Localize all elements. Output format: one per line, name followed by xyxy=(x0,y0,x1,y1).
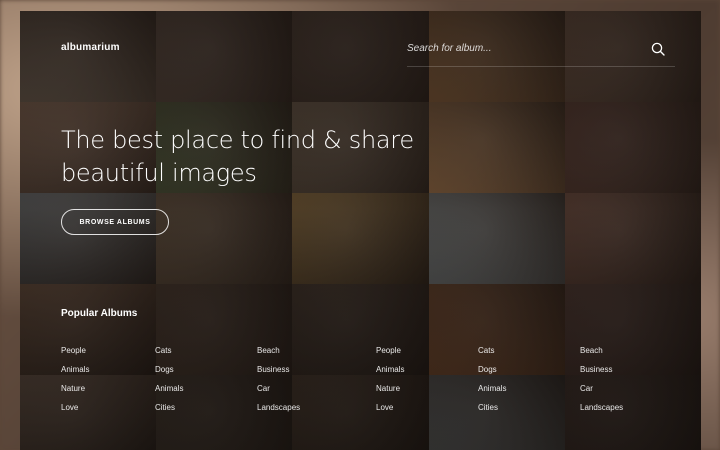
album-link[interactable]: Beach xyxy=(257,341,300,360)
album-link[interactable]: People xyxy=(376,341,404,360)
album-link[interactable]: Love xyxy=(61,398,89,417)
album-column-3: Beach Business Car Landscapes xyxy=(257,341,300,417)
search-bar xyxy=(407,36,675,67)
browse-albums-button[interactable]: BROWSE ALBUMS xyxy=(61,209,169,235)
album-link[interactable]: Dogs xyxy=(478,360,506,379)
album-link[interactable]: Love xyxy=(376,398,404,417)
album-column-4: People Animals Nature Love xyxy=(376,341,404,417)
album-link[interactable]: Nature xyxy=(61,379,89,398)
album-link[interactable]: Car xyxy=(580,379,623,398)
album-link[interactable]: Cities xyxy=(478,398,506,417)
album-column-5: Cats Dogs Animals Cities xyxy=(478,341,506,417)
popular-albums-list: People Animals Nature Love Cats Dogs Ani… xyxy=(61,341,701,421)
album-link[interactable]: Business xyxy=(257,360,300,379)
album-link[interactable]: Cats xyxy=(155,341,183,360)
album-link[interactable]: Animals xyxy=(61,360,89,379)
album-link[interactable]: Dogs xyxy=(155,360,183,379)
album-column-2: Cats Dogs Animals Cities xyxy=(155,341,183,417)
album-link[interactable]: People xyxy=(61,341,89,360)
search-input[interactable] xyxy=(407,41,627,56)
album-link[interactable]: Cats xyxy=(478,341,506,360)
album-link[interactable]: Nature xyxy=(376,379,404,398)
album-link[interactable]: Cities xyxy=(155,398,183,417)
album-link[interactable]: Animals xyxy=(155,379,183,398)
album-link[interactable]: Landscapes xyxy=(580,398,623,417)
album-link[interactable]: Car xyxy=(257,379,300,398)
hero-line-2: beautiful images xyxy=(61,159,257,187)
site-header: albumarium xyxy=(20,11,701,77)
hero-line-1: The best place to find & share xyxy=(61,126,414,154)
album-column-6: Beach Business Car Landscapes xyxy=(580,341,623,417)
album-link[interactable]: Beach xyxy=(580,341,623,360)
site-logo[interactable]: albumarium xyxy=(61,42,120,53)
popular-albums-heading: Popular Albums xyxy=(61,308,138,319)
search-icon[interactable] xyxy=(651,42,665,56)
album-link[interactable]: Animals xyxy=(376,360,404,379)
album-link[interactable]: Animals xyxy=(478,379,506,398)
hero-headline: The best place to find & share beautiful… xyxy=(61,124,431,190)
page-frame: albumarium The best place to find & shar… xyxy=(20,11,701,450)
album-link[interactable]: Business xyxy=(580,360,623,379)
album-column-1: People Animals Nature Love xyxy=(61,341,89,417)
album-link[interactable]: Landscapes xyxy=(257,398,300,417)
